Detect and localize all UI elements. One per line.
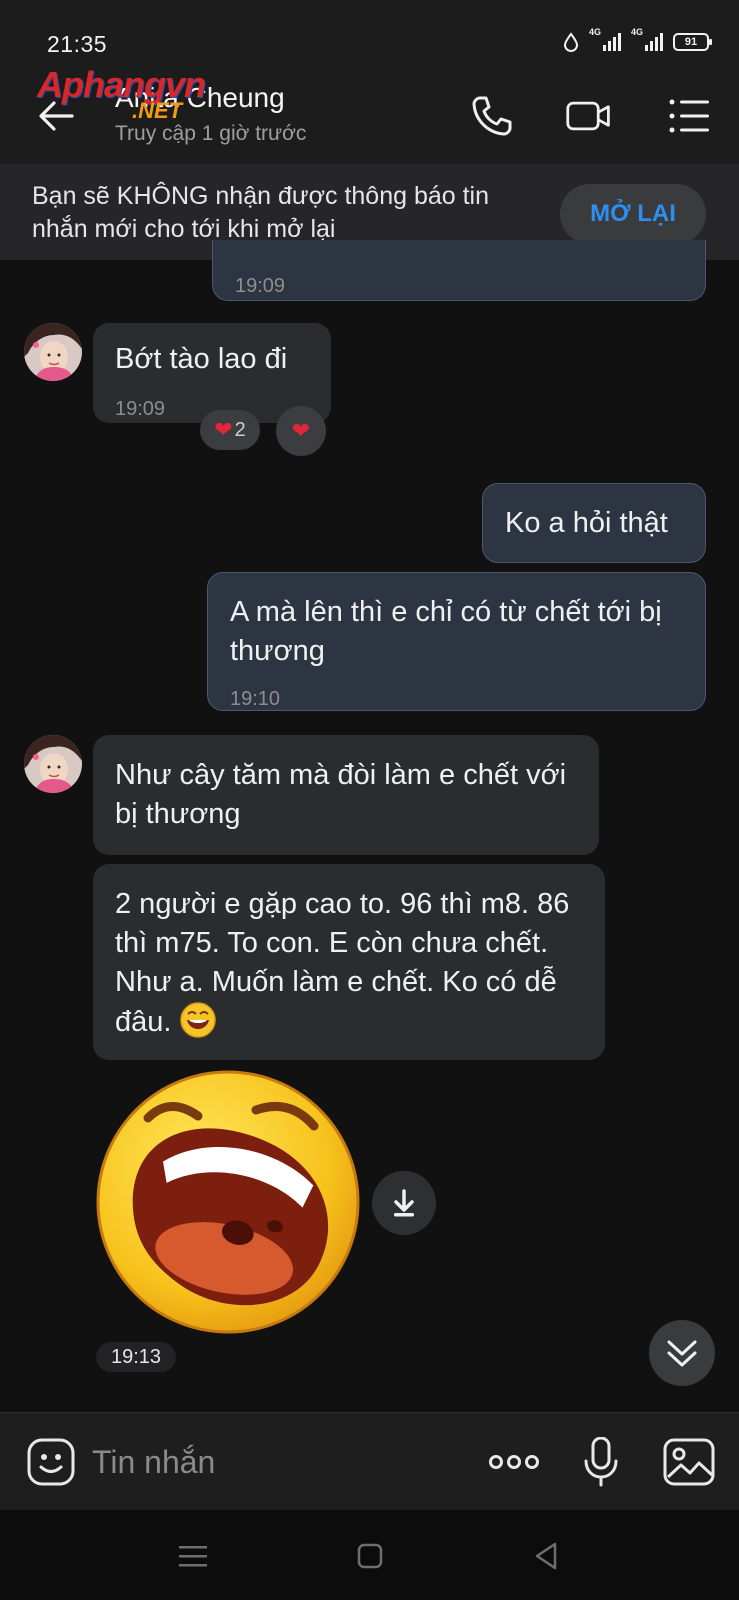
chat-header: Anita Cheung Truy cập 1 giờ trước Aphang… bbox=[0, 64, 739, 164]
contact-avatar[interactable] bbox=[24, 323, 82, 381]
status-bar: 21:35 4G 4G 91 bbox=[0, 0, 739, 64]
contact-last-seen: Truy cập 1 giờ trước bbox=[115, 122, 307, 145]
reopen-notifications-button[interactable]: MỞ LẠI bbox=[560, 184, 706, 244]
message-input[interactable] bbox=[92, 1437, 452, 1487]
status-time: 21:35 bbox=[47, 31, 108, 57]
signal-icon-1: 4G bbox=[589, 27, 621, 51]
scroll-to-bottom-button[interactable] bbox=[649, 1320, 715, 1386]
back-triangle-icon[interactable] bbox=[528, 1538, 564, 1574]
home-square-icon[interactable] bbox=[352, 1538, 388, 1574]
message-time: 19:10 bbox=[230, 688, 281, 710]
message-composer bbox=[0, 1412, 739, 1510]
signal-icon-2: 4G bbox=[631, 27, 663, 51]
phone-call-icon[interactable] bbox=[468, 92, 516, 140]
message-bubble-received[interactable]: Như cây tăm mà đòi làm e chết với bị thư… bbox=[93, 735, 599, 855]
menu-list-icon[interactable] bbox=[665, 92, 713, 140]
image-gallery-icon[interactable] bbox=[662, 1437, 716, 1487]
message-text: A mà lên thì e chỉ có từ chết tới bị thư… bbox=[230, 596, 662, 667]
heart-icon: ❤ bbox=[291, 418, 311, 443]
system-navigation-bar bbox=[0, 1510, 739, 1600]
message-time: 19:09 bbox=[115, 398, 166, 420]
laughing-emoji-icon bbox=[179, 1002, 216, 1038]
add-reaction-button[interactable]: ❤ bbox=[276, 406, 326, 456]
data-saver-icon bbox=[563, 32, 579, 52]
sticker-time: 19:13 bbox=[96, 1342, 176, 1372]
emoji-sticker-icon[interactable] bbox=[26, 1437, 76, 1487]
message-text: Ko a hỏi thật bbox=[505, 507, 668, 539]
status-icons: 4G 4G 91 bbox=[563, 27, 712, 52]
heart-icon: ❤ bbox=[214, 417, 233, 442]
video-call-icon[interactable] bbox=[565, 92, 613, 140]
recents-menu-icon[interactable] bbox=[175, 1538, 211, 1574]
message-text: Bớt tào lao đi bbox=[115, 343, 288, 375]
double-chevron-down-icon bbox=[667, 1340, 697, 1367]
reaction-count: 2 bbox=[234, 418, 246, 441]
mute-notice-text: Bạn sẽ KHÔNG nhận được thông báo tin nhắ… bbox=[32, 182, 490, 243]
message-bubble-sent[interactable]: Ko a hỏi thật bbox=[482, 483, 706, 563]
message-bubble-sent[interactable]: 19:09 bbox=[212, 240, 706, 301]
contact-avatar[interactable] bbox=[24, 735, 82, 793]
watermark-sub: .NET bbox=[132, 98, 183, 123]
microphone-icon[interactable] bbox=[574, 1437, 628, 1487]
download-sticker-button[interactable] bbox=[372, 1171, 436, 1235]
message-text: Như cây tăm mà đòi làm e chết với bị thư… bbox=[115, 759, 567, 830]
battery-icon: 91 bbox=[673, 33, 712, 51]
message-time: 19:09 bbox=[235, 275, 286, 297]
message-bubble-sent[interactable]: A mà lên thì e chỉ có từ chết tới bị thư… bbox=[207, 572, 706, 711]
message-text: 2 người e gặp cao to. 96 thì m8. 86 thì … bbox=[115, 888, 570, 1038]
more-options-icon[interactable] bbox=[487, 1437, 541, 1487]
watermark-logo: Aphangvn .NET bbox=[37, 64, 267, 124]
download-icon bbox=[394, 1189, 414, 1217]
reaction-summary[interactable]: ❤ 2 bbox=[200, 410, 260, 450]
message-bubble-received[interactable]: 2 người e gặp cao to. 96 thì m8. 86 thì … bbox=[93, 864, 605, 1060]
laughing-sticker[interactable] bbox=[94, 1068, 362, 1336]
